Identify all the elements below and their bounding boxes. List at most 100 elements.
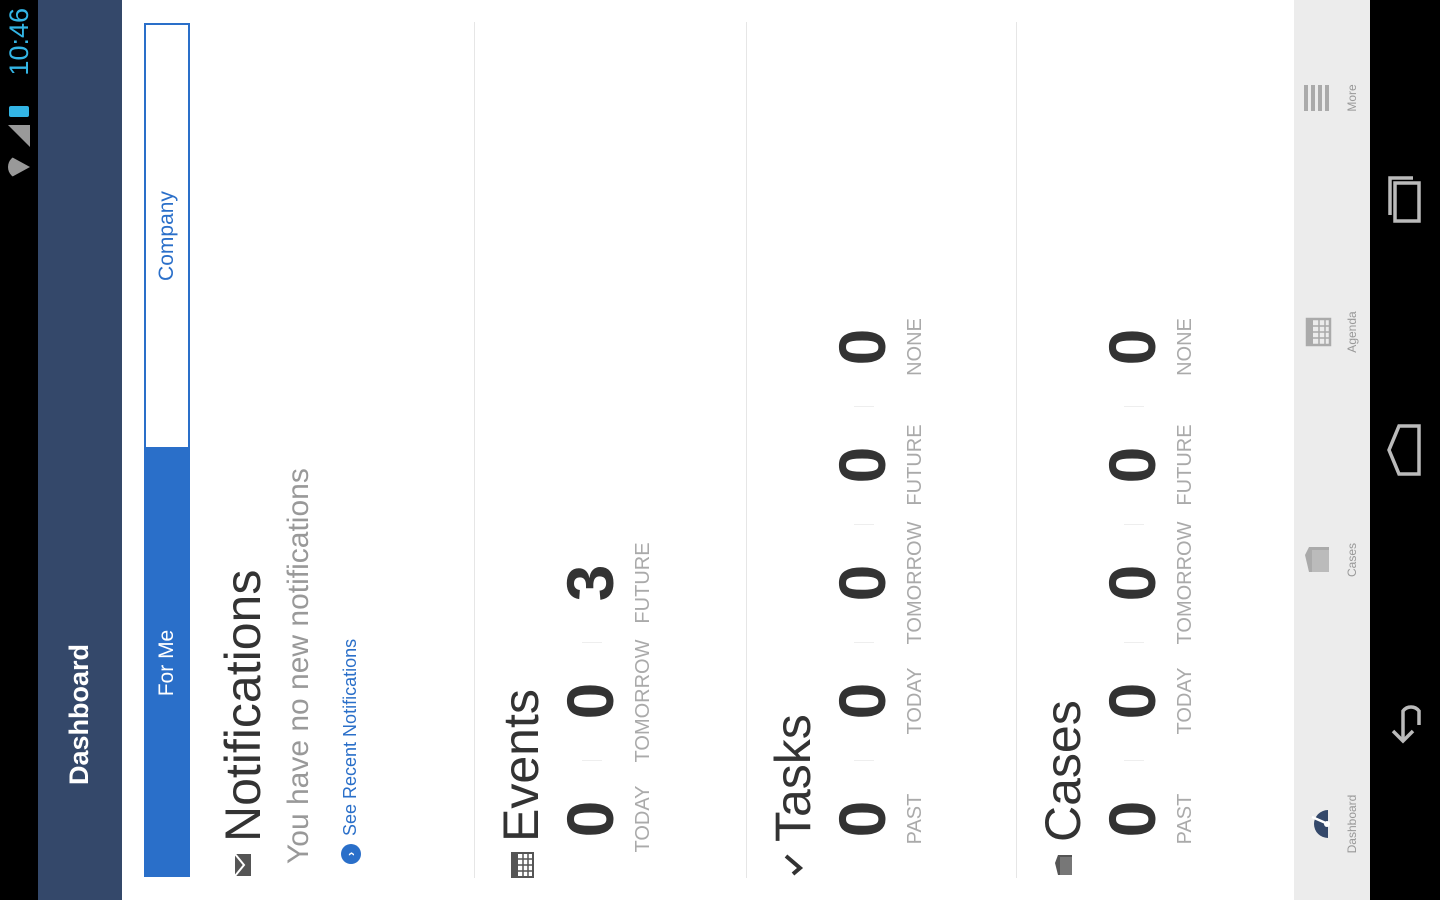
back-arrow-icon: [1387, 695, 1426, 745]
events-title: Events: [493, 689, 549, 842]
cases-stat-tomorrow[interactable]: 0 TOMORROW: [1095, 521, 1197, 645]
stat-label: NONE: [1174, 318, 1196, 376]
stat-label: FUTURE: [904, 424, 926, 506]
stat-separator: [1124, 406, 1144, 407]
home-button[interactable]: [1384, 420, 1428, 480]
events-stat-tomorrow[interactable]: 0 TOMORROW: [553, 640, 655, 763]
cases-folder-icon: [1300, 543, 1339, 577]
stat-value: 0: [825, 328, 899, 366]
tasks-stat-none[interactable]: 0 NONE: [825, 288, 927, 406]
system-navigation-bar: [1370, 0, 1440, 900]
stat-label: TOMORROW: [904, 521, 926, 645]
divider: [474, 22, 475, 878]
stat-label: FUTURE: [632, 542, 654, 624]
stat-value: 0: [553, 800, 627, 838]
stat-value: 0: [1095, 800, 1169, 838]
checkmark-icon: [780, 852, 806, 878]
bottom-tab-bar: Dashboard Cases Agenda More: [1294, 0, 1370, 900]
tasks-stats: 0 PAST 0 TODAY 0 TOMORROW 0 FUTURE 0 NON…: [825, 22, 927, 878]
events-header: Events: [492, 22, 550, 878]
cases-stats: 0 PAST 0 TODAY 0 TOMORROW 0 FUTURE 0 NON…: [1095, 22, 1197, 878]
divider: [746, 22, 747, 878]
stat-separator: [582, 760, 602, 761]
stat-value: 0: [825, 446, 899, 484]
stat-value: 0: [553, 682, 627, 720]
tab-more-label: More: [1345, 84, 1359, 112]
stat-separator: [854, 406, 874, 407]
tasks-stat-future[interactable]: 0 FUTURE: [825, 406, 927, 524]
stat-value: 0: [1095, 446, 1169, 484]
notifications-message: You have no new notifications: [282, 468, 315, 864]
tasks-title: Tasks: [765, 714, 821, 842]
tab-agenda[interactable]: Agenda: [1300, 282, 1359, 382]
stat-value: 0: [825, 564, 899, 602]
cases-stat-future[interactable]: 0 FUTURE: [1095, 406, 1197, 524]
tab-cases-label: Cases: [1345, 543, 1359, 578]
tab-dashboard[interactable]: Dashboard: [1300, 774, 1359, 874]
action-bar: Dashboard: [38, 0, 122, 900]
tasks-stat-tomorrow[interactable]: 0 TOMORROW: [825, 521, 927, 645]
notifications-title: Notifications: [215, 569, 271, 842]
events-stats: 0 TODAY 0 TOMORROW 3 FUTURE: [553, 22, 655, 878]
arrow-right-icon: ›: [340, 844, 361, 864]
wifi-icon: [8, 155, 30, 179]
cases-stat-none[interactable]: 0 NONE: [1095, 288, 1197, 406]
recent-apps-icon: [1387, 175, 1426, 225]
tasks-card[interactable]: Tasks 0 PAST 0 TODAY 0 TOMORROW 0 FUTURE…: [764, 22, 927, 878]
stat-value: 0: [1095, 682, 1169, 720]
back-button[interactable]: [1384, 690, 1428, 750]
tab-dashboard-label: Dashboard: [1345, 794, 1359, 854]
dashboard-content: For Me Company Notifications You have no…: [122, 0, 1294, 900]
calendar-icon: [508, 852, 534, 878]
stat-separator: [1124, 760, 1144, 761]
notifications-card: Notifications You have no new notificati…: [214, 22, 361, 878]
stat-separator: [854, 760, 874, 761]
stat-label: PAST: [904, 793, 926, 845]
stat-value: 0: [1095, 328, 1169, 366]
stat-label: PAST: [1174, 793, 1196, 845]
page-title: Dashboard: [64, 643, 94, 785]
tasks-stat-today[interactable]: 0 TODAY: [825, 642, 927, 760]
stat-separator: [582, 642, 602, 643]
stat-value: 0: [1095, 564, 1169, 602]
app-screen: 10:46 Dashboard For Me Company Notificat…: [0, 0, 1440, 900]
status-bar: 10:46: [0, 0, 38, 900]
see-recent-notifications-link[interactable]: › See Recent Notifications: [340, 22, 361, 864]
tab-company[interactable]: Company: [144, 23, 190, 449]
tasks-stat-past[interactable]: 0 PAST: [825, 760, 927, 878]
stat-separator: [1124, 642, 1144, 643]
cases-stat-today[interactable]: 0 TODAY: [1095, 642, 1197, 760]
stat-separator: [854, 642, 874, 643]
cases-card[interactable]: Cases 0 PAST 0 TODAY 0 TOMORROW 0 FUTURE…: [1034, 22, 1197, 878]
tab-company-label: Company: [155, 191, 178, 281]
stat-label: TODAY: [1174, 667, 1196, 735]
divider: [1016, 22, 1017, 878]
envelope-icon: [230, 852, 256, 878]
stat-separator: [854, 524, 874, 525]
stat-label: NONE: [904, 318, 926, 376]
recent-apps-button[interactable]: [1384, 170, 1428, 230]
stat-value: 0: [825, 682, 899, 720]
events-stat-today[interactable]: 0 TODAY: [553, 760, 655, 878]
dashboard-gauge-icon: [1300, 807, 1339, 841]
tab-more[interactable]: More: [1300, 48, 1359, 148]
menu-lines-icon: [1300, 81, 1339, 115]
notifications-header: Notifications: [214, 22, 272, 878]
cases-title: Cases: [1035, 700, 1091, 842]
folder-icon: [1050, 852, 1076, 878]
cases-header: Cases: [1034, 22, 1092, 878]
stat-label: TODAY: [904, 667, 926, 735]
cases-stat-past[interactable]: 0 PAST: [1095, 760, 1197, 878]
tab-for-me[interactable]: For Me: [144, 449, 190, 877]
stat-label: FUTURE: [1174, 424, 1196, 506]
see-recent-notifications-label: See Recent Notifications: [340, 638, 360, 836]
tab-agenda-label: Agenda: [1345, 311, 1359, 353]
stat-value: 0: [825, 800, 899, 838]
battery-icon: [9, 106, 29, 117]
events-stat-future[interactable]: 3 FUTURE: [553, 524, 655, 642]
tab-cases[interactable]: Cases: [1300, 510, 1359, 610]
home-icon: [1385, 422, 1428, 478]
events-card[interactable]: Events 0 TODAY 0 TOMORROW 3 FUTURE: [492, 22, 655, 878]
stat-separator: [1124, 524, 1144, 525]
stat-label: TOMORROW: [1174, 521, 1196, 645]
